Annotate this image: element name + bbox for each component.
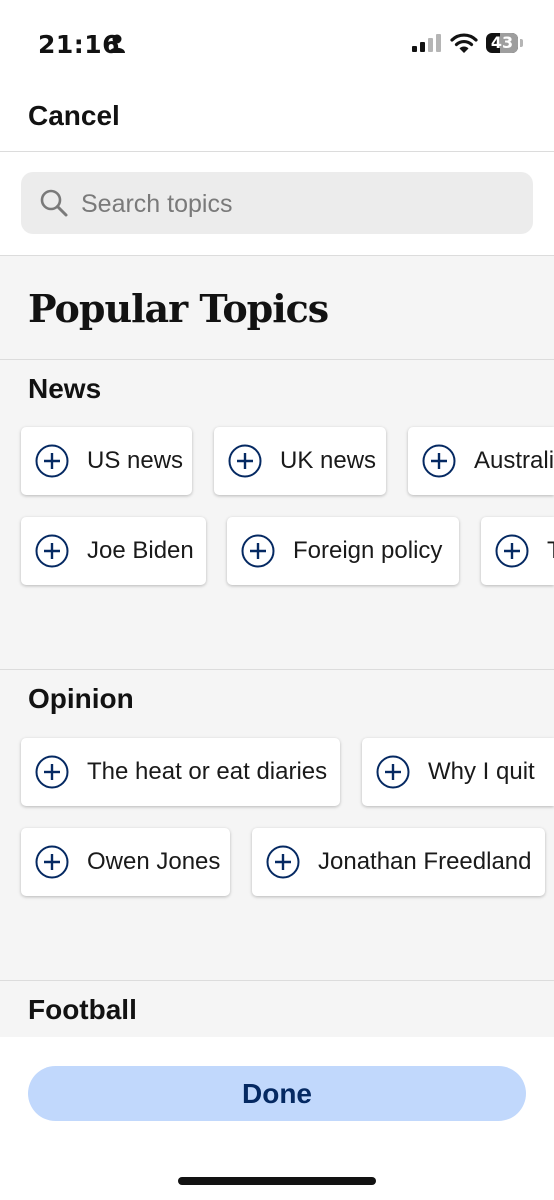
- topic-chip-owen-jones[interactable]: Owen Jones: [21, 828, 230, 896]
- chip-label: Owen Jones: [87, 848, 221, 875]
- search-box[interactable]: [21, 172, 533, 236]
- plus-circle-icon: [266, 845, 300, 879]
- plus-circle-icon: [228, 444, 262, 478]
- signal-icon: [412, 34, 441, 52]
- plus-circle-icon: [495, 534, 529, 568]
- topic-chip-uk-news[interactable]: UK news: [214, 427, 386, 495]
- bottom-bar: Done: [0, 1037, 554, 1200]
- chip-label: T: [547, 537, 554, 565]
- section-title-football: Football: [28, 994, 137, 1025]
- topic-chip-heat-or-eat-diaries[interactable]: The heat or eat diaries: [21, 738, 340, 806]
- topic-chip-australia-news[interactable]: Australia news: [408, 427, 554, 495]
- done-button[interactable]: Done: [28, 1066, 526, 1121]
- page-title: Popular Topics: [28, 286, 329, 331]
- chip-label: The heat or eat diaries: [87, 758, 328, 785]
- topic-chip-joe-biden[interactable]: Joe Biden: [21, 517, 206, 585]
- chip-label: Why I quit: [428, 758, 535, 785]
- topic-chip-foreign-policy[interactable]: Foreign policy: [227, 517, 459, 585]
- search-icon: [40, 189, 68, 217]
- section-title-opinion: Opinion: [28, 683, 134, 714]
- chip-label: Jonathan Freedland: [318, 848, 532, 875]
- divider: [0, 669, 554, 670]
- cancel-button[interactable]: Cancel: [28, 100, 120, 132]
- chip-label: UK news: [280, 447, 377, 474]
- chip-label: Joe Biden: [87, 537, 194, 564]
- topic-chip-why-i-quit[interactable]: Why I quit: [362, 738, 554, 806]
- search-input[interactable]: [79, 172, 523, 236]
- topic-chip-jonathan-freedland[interactable]: Jonathan Freedland: [252, 828, 545, 896]
- chip-label: US news: [87, 447, 184, 474]
- divider: [0, 980, 554, 981]
- topic-chip-us-news[interactable]: US news: [21, 427, 192, 495]
- divider: [0, 359, 554, 360]
- home-indicator[interactable]: [178, 1177, 376, 1185]
- topic-chip-truncated[interactable]: T: [481, 517, 554, 585]
- plus-circle-icon: [35, 755, 69, 789]
- wifi-icon: [450, 33, 478, 53]
- search-area: [0, 152, 554, 256]
- plus-circle-icon: [422, 444, 456, 478]
- plus-circle-icon: [241, 534, 275, 568]
- person-icon: [109, 34, 125, 53]
- battery-level: 43: [490, 33, 514, 52]
- chip-label: Australia news: [474, 447, 554, 474]
- plus-circle-icon: [35, 444, 69, 478]
- status-bar: 21:16 43: [0, 0, 554, 88]
- section-title-news: News: [28, 373, 102, 404]
- battery-icon: 43: [486, 33, 523, 53]
- chip-label: Foreign policy: [293, 537, 443, 564]
- plus-circle-icon: [35, 534, 69, 568]
- plus-circle-icon: [35, 845, 69, 879]
- plus-circle-icon: [376, 755, 410, 789]
- nav-bar: Cancel: [0, 88, 554, 152]
